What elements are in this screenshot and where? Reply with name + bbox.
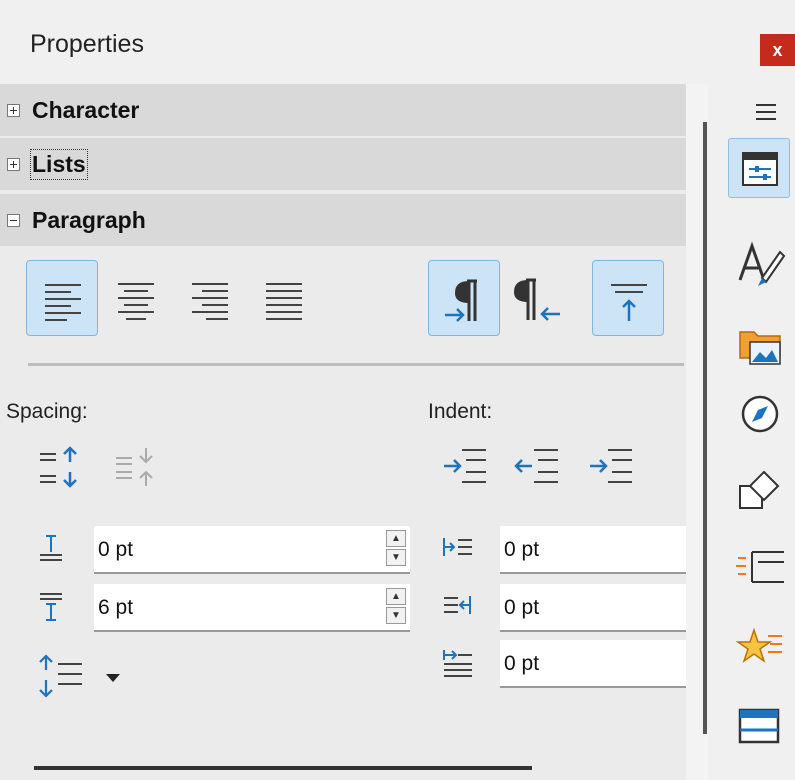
- after-text-indent-icon: [444, 596, 471, 614]
- align-center-icon: [118, 283, 154, 320]
- panel-scrollbar[interactable]: [703, 122, 707, 734]
- spacing-label: Spacing:: [6, 400, 88, 423]
- tab-manage-changes[interactable]: [728, 694, 790, 754]
- section-label: Character: [32, 96, 140, 123]
- align-top-icon: [611, 284, 647, 321]
- decrease-paragraph-spacing-icon[interactable]: [110, 444, 170, 490]
- tab-navigator[interactable]: [728, 384, 790, 444]
- below-spacing-stepper[interactable]: ▲ ▼: [386, 588, 408, 626]
- shapes-icon: [739, 470, 780, 509]
- section-label: Lists: [30, 148, 88, 180]
- left-to-right-paragraph-icon: [445, 279, 477, 322]
- after-text-indent-value: 0 pt: [504, 596, 540, 619]
- align-right-icon: [192, 283, 228, 320]
- properties-panel: Character Lists Paragraph Spacing: Inden…: [0, 84, 686, 780]
- spin-down-icon[interactable]: ▼: [386, 549, 406, 566]
- align-center-button[interactable]: [100, 260, 172, 336]
- first-line-indent-field[interactable]: 0 pt: [500, 640, 686, 688]
- before-text-indent-icon: [443, 538, 472, 556]
- indent-label: Indent:: [428, 400, 493, 423]
- navigator-icon: [741, 395, 779, 433]
- star-icon: [735, 627, 782, 663]
- align-top-button[interactable]: [592, 260, 664, 336]
- above-spacing-stepper[interactable]: ▲ ▼: [386, 530, 408, 568]
- align-right-button[interactable]: [174, 260, 246, 336]
- window-icon: [738, 708, 780, 744]
- spin-up-icon[interactable]: ▲: [386, 530, 406, 547]
- first-line-indent-icon: [443, 650, 472, 677]
- align-justify-button[interactable]: [248, 260, 320, 336]
- above-paragraph-spacing-icon: [40, 535, 62, 561]
- styles-icon: [738, 241, 786, 286]
- expand-icon[interactable]: [7, 103, 20, 117]
- right-to-left-paragraph-icon: [514, 278, 560, 321]
- page-icon: [736, 551, 784, 583]
- menu-icon[interactable]: [754, 100, 778, 124]
- spin-up-icon[interactable]: ▲: [386, 588, 406, 605]
- expand-icon[interactable]: [7, 157, 20, 171]
- below-spacing-field[interactable]: 6 pt ▲ ▼: [94, 584, 410, 632]
- line-spacing-icon[interactable]: [34, 650, 144, 702]
- chevron-down-icon[interactable]: [106, 674, 120, 682]
- properties-icon: [742, 152, 778, 186]
- decrease-indent-icon[interactable]: [512, 444, 564, 490]
- first-line-indent-value: 0 pt: [504, 652, 540, 675]
- right-to-left-button[interactable]: [502, 260, 574, 336]
- close-button[interactable]: x: [760, 34, 795, 66]
- section-label: Paragraph: [32, 206, 146, 233]
- spin-down-icon[interactable]: ▼: [386, 607, 406, 624]
- hanging-indent-icon[interactable]: [586, 444, 638, 490]
- below-spacing-value: 6 pt: [98, 596, 134, 619]
- tab-properties[interactable]: [728, 138, 790, 198]
- before-text-indent-value: 0 pt: [504, 538, 540, 561]
- above-spacing-field[interactable]: 0 pt ▲ ▼: [94, 526, 410, 574]
- horizontal-scrollbar[interactable]: [34, 766, 532, 770]
- increase-paragraph-spacing-icon[interactable]: [34, 444, 94, 490]
- tab-gallery[interactable]: [728, 312, 790, 372]
- left-to-right-button[interactable]: [428, 260, 500, 336]
- section-lists-header[interactable]: Lists: [0, 138, 686, 190]
- below-paragraph-spacing-icon: [40, 593, 62, 621]
- divider: [28, 363, 684, 366]
- tab-shapes[interactable]: [728, 460, 790, 520]
- title-bar: Properties x: [0, 0, 795, 84]
- sidebar-tab-bar: [708, 84, 795, 780]
- section-character-header[interactable]: Character: [0, 84, 686, 136]
- align-justify-icon: [266, 283, 302, 320]
- tab-styles[interactable]: [728, 234, 790, 294]
- increase-indent-icon[interactable]: [440, 444, 492, 490]
- tab-page[interactable]: [728, 538, 790, 598]
- tab-style-inspector[interactable]: [728, 616, 790, 676]
- after-text-indent-field[interactable]: 0 pt: [500, 584, 686, 632]
- collapse-icon[interactable]: [7, 213, 20, 227]
- align-left-button[interactable]: [26, 260, 98, 336]
- before-text-indent-field[interactable]: 0 pt: [500, 526, 686, 574]
- panel-title: Properties: [30, 30, 144, 58]
- section-paragraph-header[interactable]: Paragraph: [0, 194, 686, 246]
- above-spacing-value: 0 pt: [98, 538, 134, 561]
- gallery-icon: [739, 331, 781, 365]
- align-left-icon: [45, 284, 81, 321]
